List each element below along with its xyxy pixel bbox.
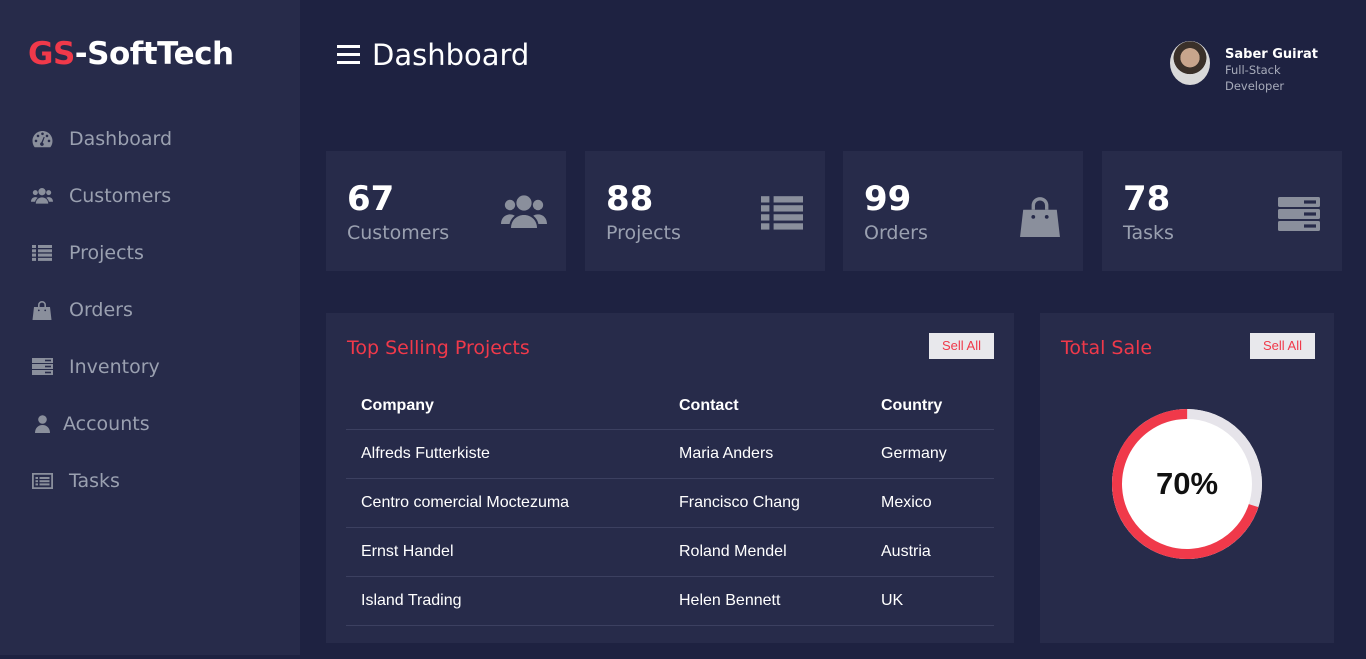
user-profile[interactable]: Saber Guirat Full-Stack Developer xyxy=(1170,41,1318,94)
sidebar-item-tasks[interactable]: Tasks xyxy=(0,452,300,509)
table-cell: Francisco Chang xyxy=(664,478,866,528)
stat-value: 78 xyxy=(1123,179,1171,219)
server-icon xyxy=(1278,197,1324,243)
table-row[interactable]: Ernst Handel Roland Mendel Austria xyxy=(346,527,994,577)
inventory-icon xyxy=(31,357,53,377)
tasks-icon xyxy=(31,471,53,491)
user-role: Full-Stack Developer xyxy=(1225,63,1285,93)
user-icon xyxy=(31,414,53,434)
stat-card-projects[interactable]: 88 Projects xyxy=(585,151,825,271)
brand-logo[interactable]: GS-SoftTech xyxy=(28,36,234,72)
table-cell: Ernst Handel xyxy=(346,527,664,577)
hamburger-icon[interactable] xyxy=(337,45,360,65)
list-icon xyxy=(31,243,53,263)
user-info: Saber Guirat Full-Stack Developer xyxy=(1225,41,1318,94)
stat-label: Tasks xyxy=(1123,222,1174,244)
column-header[interactable]: Company xyxy=(346,384,664,430)
stat-card-customers[interactable]: 67 Customers xyxy=(326,151,566,271)
table-cell: UK xyxy=(866,576,994,626)
table-cell: Maria Anders xyxy=(664,429,866,479)
sidebar-item-label: Inventory xyxy=(69,355,160,378)
shopping-bag-icon xyxy=(31,300,53,320)
table-cell: Alfreds Futterkiste xyxy=(346,429,664,479)
stat-card-orders[interactable]: 99 Orders xyxy=(843,151,1083,271)
sell-all-button[interactable]: Sell All xyxy=(929,333,994,359)
dashboard-icon xyxy=(31,129,53,149)
panel-title: Top Selling Projects xyxy=(347,337,530,359)
table-cell: Mexico xyxy=(866,478,994,528)
page-header: Dashboard xyxy=(337,38,529,72)
sidebar-item-label: Tasks xyxy=(69,469,120,492)
stat-card-tasks[interactable]: 78 Tasks xyxy=(1102,151,1342,271)
sell-all-button[interactable]: Sell All xyxy=(1250,333,1315,359)
top-selling-panel: Top Selling Projects Sell All Company Co… xyxy=(326,313,1014,643)
column-header[interactable]: Country xyxy=(866,384,994,430)
sidebar-item-label: Projects xyxy=(69,241,144,264)
table-cell: Austria xyxy=(866,527,994,577)
avatar[interactable] xyxy=(1170,41,1210,85)
sidebar-item-projects[interactable]: Projects xyxy=(0,224,300,281)
table-cell: Roland Mendel xyxy=(664,527,866,577)
stat-label: Customers xyxy=(347,222,450,244)
users-icon xyxy=(501,191,547,237)
sidebar-item-dashboard[interactable]: Dashboard xyxy=(0,110,300,167)
list-icon xyxy=(761,196,807,242)
stat-value: 99 xyxy=(864,179,912,219)
sidebar-item-label: Customers xyxy=(69,184,172,207)
table-cell: Helen Bennett xyxy=(664,576,866,626)
brand-prefix: GS xyxy=(28,36,75,72)
projects-table: Company Contact Country Alfreds Futterki… xyxy=(346,384,994,626)
panel-title: Total Sale xyxy=(1061,337,1153,359)
stat-value: 88 xyxy=(606,179,654,219)
sidebar-item-customers[interactable]: Customers xyxy=(0,167,300,224)
stat-label: Projects xyxy=(606,222,681,244)
sidebar-nav: Dashboard Customers Projects Orders Inve… xyxy=(0,110,300,509)
sidebar-item-accounts[interactable]: Accounts xyxy=(0,395,300,452)
stat-label: Orders xyxy=(864,222,928,244)
stat-value: 67 xyxy=(347,179,395,219)
table-cell: Centro comercial Moctezuma xyxy=(346,478,664,528)
sidebar-item-orders[interactable]: Orders xyxy=(0,281,300,338)
sidebar-item-label: Accounts xyxy=(63,412,150,435)
brand-suffix: -SoftTech xyxy=(74,36,234,72)
total-sale-panel: Total Sale Sell All 70% xyxy=(1040,313,1334,643)
table-row[interactable]: Centro comercial Moctezuma Francisco Cha… xyxy=(346,478,994,528)
user-name: Saber Guirat xyxy=(1225,47,1318,62)
table-cell: Island Trading xyxy=(346,576,664,626)
table-row[interactable]: Alfreds Futterkiste Maria Anders Germany xyxy=(346,429,994,479)
table-row[interactable]: Island Trading Helen Bennett UK xyxy=(346,576,994,626)
table-cell: Germany xyxy=(866,429,994,479)
table-header-row: Company Contact Country xyxy=(346,384,994,430)
sale-percent: 70% xyxy=(1155,466,1219,501)
page-title: Dashboard xyxy=(372,38,530,72)
sidebar-item-label: Orders xyxy=(69,298,133,321)
column-header[interactable]: Contact xyxy=(664,384,866,430)
shopping-bag-icon xyxy=(1019,195,1065,241)
sidebar-item-label: Dashboard xyxy=(69,127,173,150)
users-icon xyxy=(31,186,53,206)
sidebar: GS-SoftTech Dashboard Customers Projects… xyxy=(0,0,300,655)
sidebar-item-inventory[interactable]: Inventory xyxy=(0,338,300,395)
